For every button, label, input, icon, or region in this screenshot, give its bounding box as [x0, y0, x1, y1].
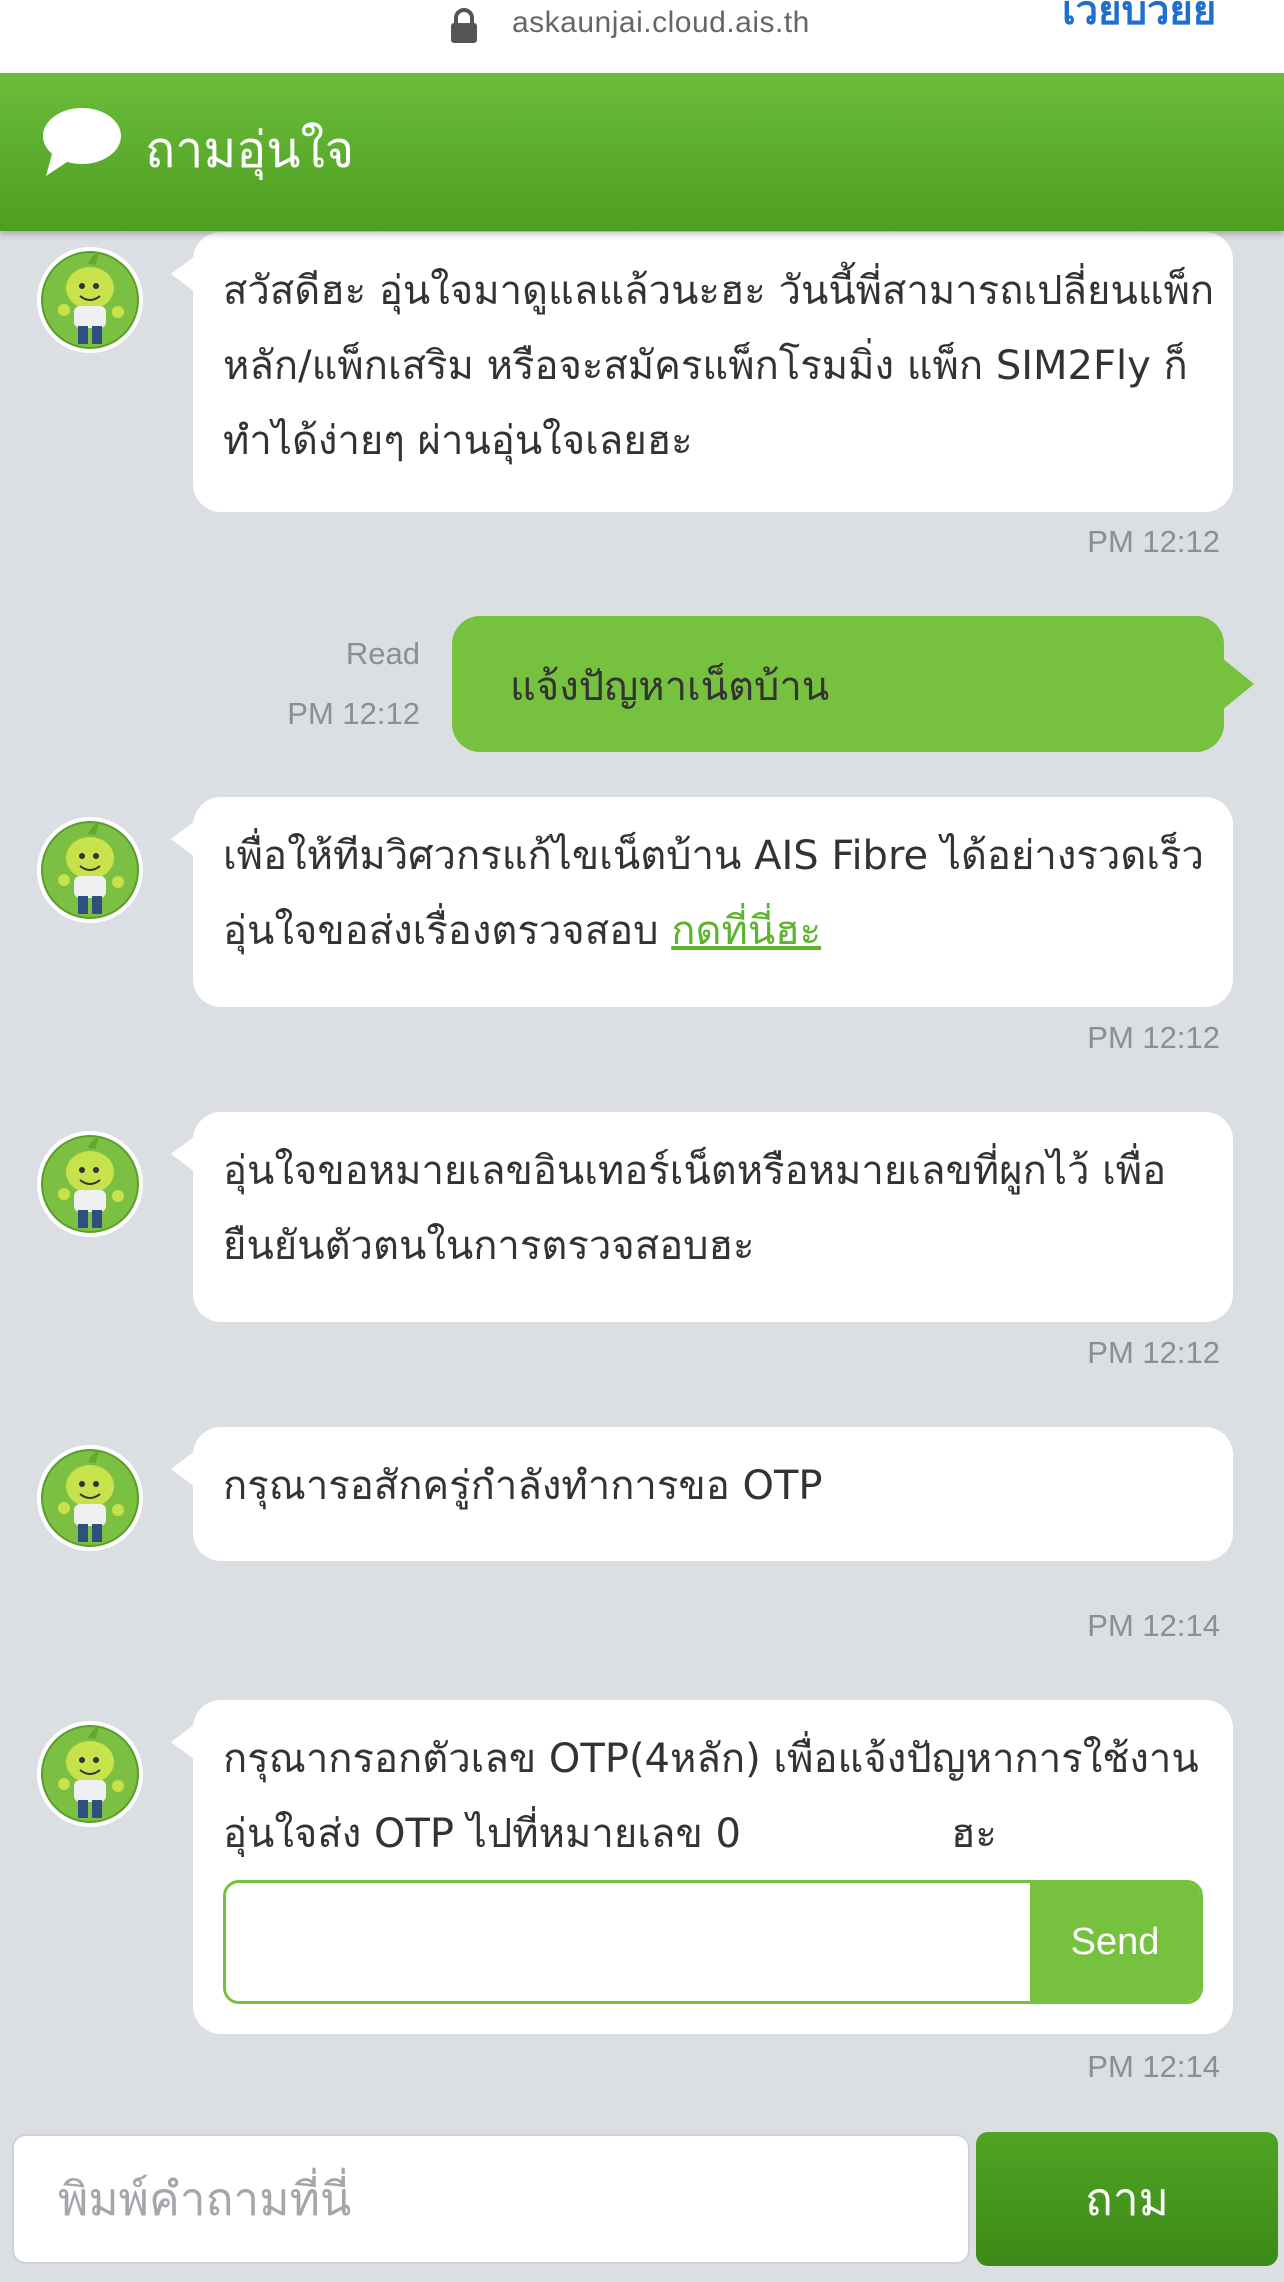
message-line: อุ่นใจขอหมายเลขอินเทอร์เน็ตหรือหมายเลขที…: [223, 1148, 1167, 1194]
message-line: อุ่นใจส่ง OTP ไปที่หมายเลข 0 ฮะ: [223, 1797, 1203, 1857]
message-line: อุ่นใจขอส่งเรื่องตรวจสอบ กดที่นี่ฮะ: [223, 894, 1203, 969]
message-line: กรุณากรอกตัวเลข OTP(4หลัก) เพื่อแจ้งปัญห…: [223, 1736, 1199, 1782]
bot-message: กรุณารอสักครู่กำลังทำการขอ OTP: [171, 1427, 1233, 1561]
bot-message: เพื่อให้ทีมวิศวกรแก้ไขเน็ตบ้าน AIS Fibre…: [171, 797, 1233, 1007]
bot-avatar: [36, 1720, 144, 1828]
bot-message: อุ่นใจขอหมายเลขอินเทอร์เน็ตหรือหมายเลขที…: [171, 1112, 1233, 1322]
send-button[interactable]: Send: [1030, 1883, 1200, 2001]
message-line: เพื่อให้ทีมวิศวกรแก้ไขเน็ตบ้าน AIS Fibre…: [223, 833, 1204, 879]
question-input[interactable]: [12, 2134, 970, 2264]
read-status: Read: [345, 636, 420, 671]
message-line: ทำได้ง่ายๆ ผ่านอุ่นใจเลยฮะ: [223, 418, 693, 464]
message-line-suffix: ฮะ: [950, 1811, 997, 1857]
app-header: ถามอุ่นใจ: [0, 73, 1284, 231]
bot-avatar: [36, 1130, 144, 1238]
message-timestamp: PM 12:12: [287, 696, 420, 731]
redacted-number: [740, 1821, 951, 1851]
user-message: แจ้งปัญหาเน็ตบ้าน: [452, 616, 1254, 752]
ask-button[interactable]: ถาม: [976, 2132, 1278, 2266]
corner-link[interactable]: เวยบวยย: [1062, 0, 1216, 42]
url-text[interactable]: askaunjai.cloud.ais.th: [512, 6, 810, 40]
message-line-text: อุ่นใจขอส่งเรื่องตรวจสอบ: [223, 908, 672, 954]
otp-form: Send: [223, 1880, 1203, 2004]
click-here-link[interactable]: กดที่นี่ฮะ: [671, 908, 821, 954]
bot-message: สวัสดีฮะ อุ่นใจมาดูแลแล้วนะฮะ วันนี้พี่ส…: [171, 232, 1233, 512]
message-timestamp: PM 12:14: [1087, 1608, 1220, 1643]
composer-bar: ถาม: [0, 2126, 1284, 2282]
bot-avatar: [36, 816, 144, 924]
user-message-text: แจ้งปัญหาเน็ตบ้าน: [510, 664, 830, 710]
message-line-text: อุ่นใจส่ง OTP ไปที่หมายเลข 0: [223, 1811, 741, 1857]
message-line: ยืนยันตัวตนในการตรวจสอบฮะ: [223, 1223, 755, 1269]
chat-bubble-icon: [43, 108, 121, 176]
otp-input[interactable]: [226, 1883, 1032, 2001]
message-timestamp: PM 12:12: [1087, 1020, 1220, 1055]
bot-avatar: [36, 1444, 144, 1552]
lock-icon: [451, 8, 477, 43]
message-timestamp: PM 12:12: [1087, 1335, 1220, 1370]
message-timestamp: PM 12:12: [1087, 524, 1220, 559]
message-timestamp: PM 12:14: [1087, 2049, 1220, 2084]
bot-avatar: [36, 246, 144, 354]
message-line: หลัก/แพ็กเสริม หรือจะสมัครแพ็กโรมมิ่ง แพ…: [223, 343, 1188, 389]
page-title: ถามอุ่นใจ: [145, 121, 355, 179]
message-line: กรุณารอสักครู่กำลังทำการขอ OTP: [223, 1463, 823, 1509]
browser-url-bar: askaunjai.cloud.ais.th เวยบวยย: [0, 0, 1284, 73]
message-line: สวัสดีฮะ อุ่นใจมาดูแลแล้วนะฮะ วันนี้พี่ส…: [223, 268, 1215, 314]
